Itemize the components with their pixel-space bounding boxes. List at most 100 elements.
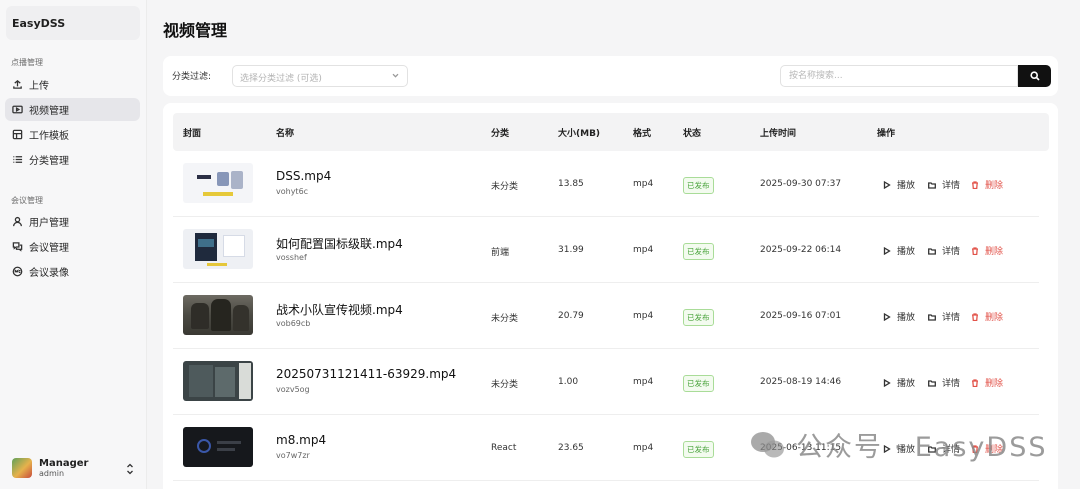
upload-time: 2025-09-16 07:01 — [760, 311, 842, 321]
video-size: 13.85 — [558, 179, 584, 189]
column-header-size: 大小(MB) — [558, 129, 601, 139]
search-input[interactable] — [780, 65, 1018, 87]
play-icon — [883, 246, 891, 255]
video-cover-thumbnail[interactable] — [183, 229, 253, 269]
trash-icon — [972, 246, 978, 255]
column-header-cover: 封面 — [183, 129, 202, 139]
detail-button[interactable]: 详情 — [928, 244, 960, 257]
sidebar-item-recordings[interactable]: 会议录像 — [5, 260, 140, 283]
video-cover-thumbnail[interactable] — [183, 427, 253, 467]
video-category: 前端 — [491, 248, 510, 258]
sidebar-item-templates[interactable]: 工作模板 — [5, 123, 140, 146]
detail-button[interactable]: 详情 — [928, 310, 960, 323]
table-header: 封面 名称 分类 大小(MB) 格式 状态 上传时间 操作 — [173, 113, 1049, 151]
sidebar-item-meetings[interactable]: 会议管理 — [5, 235, 140, 258]
play-button[interactable]: 播放 — [883, 442, 915, 455]
group-label-vod: 点播管理 — [11, 58, 43, 67]
status-badge: 已发布 — [683, 243, 714, 260]
video-name[interactable]: 20250731121411-63929.mp4 — [276, 367, 456, 381]
video-id: vosshef — [276, 253, 307, 262]
sidebar-item-label: 分类管理 — [29, 156, 69, 167]
video-size: 23.65 — [558, 443, 584, 453]
trash-icon — [972, 180, 978, 189]
sidebar-item-label: 工作模板 — [29, 131, 69, 142]
detail-button[interactable]: 详情 — [928, 442, 960, 455]
video-id: vohyt6c — [276, 187, 309, 196]
delete-button[interactable]: 删除 — [971, 244, 1003, 257]
video-cover-thumbnail[interactable] — [183, 163, 253, 203]
column-header-category: 分类 — [491, 129, 510, 139]
video-format: mp4 — [633, 179, 654, 189]
user-name: Manager — [39, 457, 89, 469]
video-icon — [11, 104, 23, 116]
chevron-down-icon — [391, 71, 400, 80]
avatar — [12, 458, 32, 478]
video-category: 未分类 — [491, 314, 519, 324]
video-category: 未分类 — [491, 182, 519, 192]
delete-button[interactable]: 删除 — [971, 310, 1003, 323]
detail-button[interactable]: 详情 — [928, 376, 960, 389]
play-icon — [883, 444, 891, 453]
status-badge: 已发布 — [683, 441, 714, 458]
meeting-icon — [11, 241, 23, 253]
play-button[interactable]: 播放 — [883, 244, 915, 257]
upload-time: 2025-06-13 11:15 — [760, 443, 842, 453]
upload-time: 2025-09-30 07:37 — [760, 179, 842, 189]
play-button[interactable]: 播放 — [883, 310, 915, 323]
status-badge: 已发布 — [683, 177, 714, 194]
video-format: mp4 — [633, 443, 654, 453]
video-format: mp4 — [633, 245, 654, 255]
play-icon — [883, 312, 891, 321]
sidebar-item-label: 视频管理 — [29, 106, 69, 117]
column-header-upload-time: 上传时间 — [760, 129, 797, 139]
filter-bar: 分类过滤: 选择分类过滤 (可选) — [163, 56, 1058, 96]
trash-icon — [972, 312, 978, 321]
column-header-name: 名称 — [276, 129, 295, 139]
upload-time: 2025-09-22 06:14 — [760, 245, 842, 255]
page-title: 视频管理 — [163, 21, 228, 40]
sidebar-item-video-management[interactable]: 视频管理 — [5, 98, 140, 121]
video-cover-thumbnail[interactable] — [183, 361, 253, 401]
video-id: vob69cb — [276, 319, 311, 328]
delete-button[interactable]: 删除 — [971, 376, 1003, 389]
folder-icon — [928, 313, 936, 321]
group-label-meeting: 会议管理 — [11, 196, 43, 205]
sidebar-item-label: 上传 — [29, 81, 49, 92]
play-icon — [883, 180, 891, 189]
table-row: 如何配置国标级联.mp4 vosshef 前端 31.99 mp4 已发布 20… — [173, 217, 1039, 283]
search-icon — [1029, 71, 1040, 81]
delete-button[interactable]: 删除 — [971, 442, 1003, 455]
upload-time: 2025-08-19 14:46 — [760, 377, 842, 387]
table-row: 20250731121411-63929.mp4 vozv5og 未分类 1.0… — [173, 349, 1039, 415]
user-menu[interactable]: Manager admin — [12, 454, 137, 482]
folder-icon — [928, 445, 936, 453]
video-cover-thumbnail[interactable] — [183, 295, 253, 335]
video-size: 31.99 — [558, 245, 584, 255]
video-id: vozv5og — [276, 385, 310, 394]
video-name[interactable]: m8.mp4 — [276, 433, 326, 447]
search-button[interactable] — [1018, 65, 1051, 87]
sidebar-item-label: 会议录像 — [29, 268, 69, 279]
category-filter-placeholder: 选择分类过滤 (可选) — [240, 74, 322, 84]
table-row: m8.mp4 vo7w7zr React 23.65 mp4 已发布 2025-… — [173, 415, 1039, 481]
sidebar: EasyDSS 点播管理 上传 视频管理 工作模板 分类管理 会议管理 用户管理… — [0, 0, 147, 489]
play-button[interactable]: 播放 — [883, 178, 915, 191]
table-row: DSS.mp4 vohyt6c 未分类 13.85 mp4 已发布 2025-0… — [173, 151, 1039, 217]
template-icon — [11, 129, 23, 141]
upload-icon — [11, 79, 23, 91]
play-button[interactable]: 播放 — [883, 376, 915, 389]
list-icon — [11, 154, 23, 166]
status-badge: 已发布 — [683, 375, 714, 392]
video-name[interactable]: DSS.mp4 — [276, 169, 331, 183]
category-filter-select[interactable]: 选择分类过滤 (可选) — [232, 65, 408, 87]
detail-button[interactable]: 详情 — [928, 178, 960, 191]
video-name[interactable]: 如何配置国标级联.mp4 — [276, 235, 403, 252]
sidebar-item-categories[interactable]: 分类管理 — [5, 148, 140, 171]
user-role: admin — [39, 469, 65, 479]
sidebar-item-upload[interactable]: 上传 — [5, 73, 140, 96]
table-row: 战术小队宣传视频.mp4 vob69cb 未分类 20.79 mp4 已发布 2… — [173, 283, 1039, 349]
video-format: mp4 — [633, 377, 654, 387]
sidebar-item-users[interactable]: 用户管理 — [5, 210, 140, 233]
video-name[interactable]: 战术小队宣传视频.mp4 — [276, 301, 403, 318]
delete-button[interactable]: 删除 — [971, 178, 1003, 191]
